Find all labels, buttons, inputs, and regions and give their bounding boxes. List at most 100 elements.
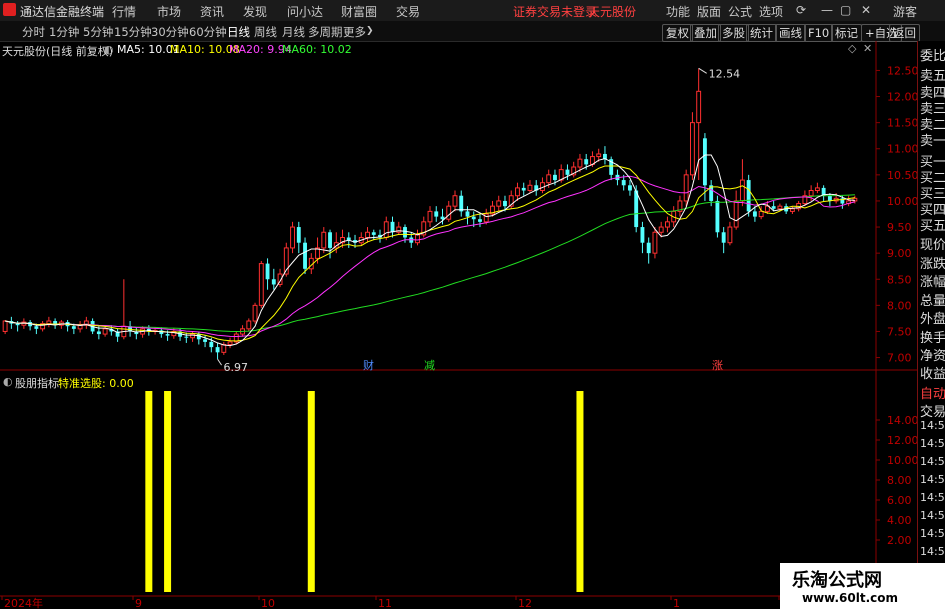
price-tick-label: 10.50: [887, 169, 917, 182]
candle-body: [215, 347, 220, 353]
price-tick-label: 9.50: [887, 221, 912, 234]
candle-body: [733, 200, 739, 228]
candle-body: [303, 242, 307, 269]
candle-body: [515, 187, 520, 197]
candle-body: [752, 211, 757, 217]
signal-bar: [164, 391, 172, 592]
watermark: 乐淘公式网 www.60lt.com: [780, 563, 945, 609]
price-tick-label: 8.00: [887, 299, 912, 312]
quote-panel-label[interactable]: 交易: [920, 401, 945, 420]
candle-body: [328, 232, 332, 248]
candle-body: [403, 227, 407, 238]
candle-body: [221, 344, 227, 353]
candle-body: [634, 190, 639, 228]
candle-body: [46, 320, 52, 325]
candle-body: [746, 180, 751, 212]
candle-body: [646, 242, 651, 254]
candle-body: [165, 334, 170, 336]
quote-panel-label: 14:56: [920, 473, 945, 486]
quote-panel-label[interactable]: 自动: [920, 383, 945, 402]
candle-body: [440, 216, 445, 220]
candle-body: [227, 341, 233, 346]
candle-body: [658, 226, 664, 233]
quote-panel-label: 14:56: [920, 527, 945, 540]
candle-body: [664, 221, 670, 228]
quote-panel-label: 买五: [920, 219, 945, 234]
quote-panel-label: 涨幅: [920, 275, 945, 290]
high-annotation: 12.54: [709, 67, 741, 80]
indicator-tick-label: 14.00: [887, 414, 917, 427]
candle-body: [296, 227, 301, 243]
indicator-tick-label: 10.00: [887, 454, 917, 467]
candle-body: [715, 200, 720, 233]
low-pointer: [217, 358, 222, 366]
candle-body: [265, 263, 270, 280]
candle-body: [290, 226, 295, 249]
candle-body: [827, 195, 832, 201]
candle-body: [689, 122, 695, 176]
candle-body: [246, 320, 252, 330]
candle-body: [621, 180, 626, 186]
quote-panel-label: 14:56: [920, 491, 945, 504]
quote-panel-label: 总量: [920, 294, 945, 309]
candle-body: [496, 200, 502, 207]
candle-body: [771, 206, 776, 209]
low-annotation: 6.97: [224, 361, 249, 374]
candle-body: [702, 138, 707, 186]
quote-panel-label: 外盘: [920, 312, 945, 327]
quote-panel-label: 委比: [920, 49, 945, 64]
ma10-line: [4, 165, 855, 342]
candle-body: [777, 205, 783, 210]
high-pointer: [698, 67, 707, 74]
quote-panel-label: 14:56: [920, 455, 945, 468]
candle-body: [396, 226, 402, 233]
candle-body: [727, 226, 733, 244]
quote-panel-label: 卖一: [920, 134, 945, 149]
quote-panel-label: 14:56: [920, 509, 945, 522]
watermark-title: 乐淘公式网: [792, 570, 882, 591]
candle-body: [252, 304, 258, 322]
price-tick-label: 10.00: [887, 195, 917, 208]
candle-body: [203, 339, 208, 342]
candle-body: [721, 232, 726, 243]
candle-body: [640, 227, 645, 243]
quote-panel: 委比 卖五 卖四 卖三 卖二 卖一 买一 买二 买三 买四 买五 现价 涨跌 涨幅 总量 外盘 换手 净资 收益 自动…: [917, 41, 945, 609]
price-tick-label: 11.00: [887, 143, 917, 156]
candle-body: [321, 231, 327, 249]
candle-body: [652, 231, 658, 254]
quote-panel-label: 14:56: [920, 419, 945, 432]
candle-body: [258, 263, 264, 306]
candle-body: [814, 187, 820, 192]
price-tick-label: 12.50: [887, 64, 917, 77]
indicator-tick-label: 8.00: [887, 474, 912, 487]
time-tick-label: 2024年: [4, 596, 43, 609]
candle-body: [427, 210, 433, 223]
time-tick-label: 1: [673, 597, 680, 609]
time-tick-label: 11: [378, 597, 392, 609]
event-marker: 财: [363, 358, 374, 372]
indicator-tick-label: 6.00: [887, 494, 912, 507]
candle-body: [553, 174, 557, 181]
candle-body: [546, 174, 552, 184]
time-tick-label: 12: [518, 597, 532, 609]
quote-panel-label: 14:56: [920, 437, 945, 450]
quote-panel-label: 收益: [920, 367, 945, 382]
kline-chart[interactable]: 12.5012.0011.5011.0010.5010.009.509.008.…: [0, 0, 917, 609]
candle-body: [596, 153, 602, 158]
event-marker: 涨: [712, 359, 723, 372]
quote-panel-label: 现价: [920, 238, 945, 253]
candle-body: [415, 234, 420, 244]
time-tick-label: 9: [135, 597, 142, 609]
candle-body: [452, 195, 458, 207]
candle-body: [209, 341, 214, 348]
candle-body: [739, 179, 745, 202]
candle-body: [459, 195, 464, 212]
time-tick-label: 10: [261, 597, 275, 609]
candle-body: [758, 210, 764, 218]
indicator-tick-label: 4.00: [887, 514, 912, 527]
candle-body: [446, 205, 452, 220]
candle-body: [96, 331, 101, 335]
quote-panel-label: 净资: [920, 349, 945, 364]
candle-body: [565, 169, 570, 175]
candle-body: [102, 328, 108, 335]
